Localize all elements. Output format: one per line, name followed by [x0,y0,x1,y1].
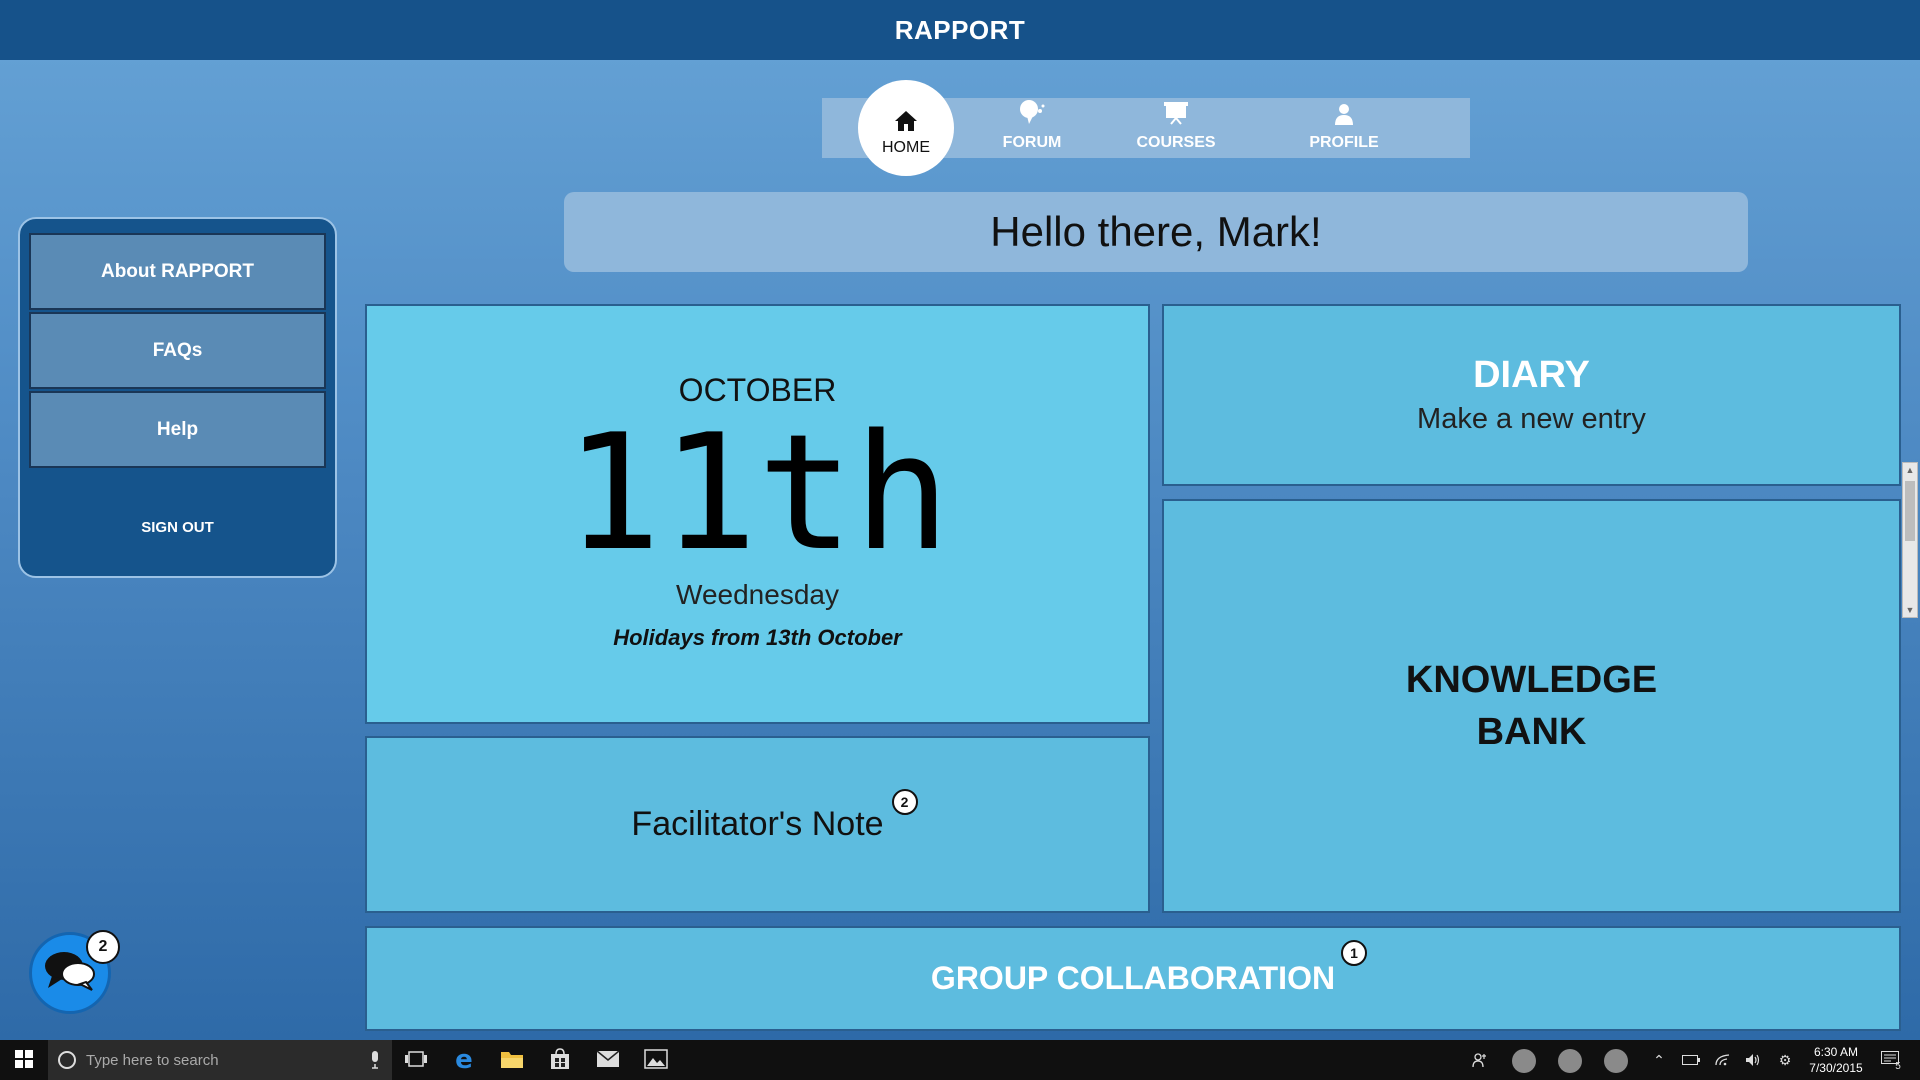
windows-icon [15,1049,33,1071]
taskbar: Type here to search e ⌃ ⚙ 6:30 AM 7/30/2… [0,1040,1920,1080]
sidebar-item-faqs[interactable]: FAQs [29,312,326,389]
mail-icon [596,1049,620,1071]
notification-count: 5 [1895,1060,1901,1072]
battery-icon[interactable] [1680,1040,1702,1080]
nav-courses-label: COURSES [1136,134,1216,151]
sidebar-item-help[interactable]: Help [29,391,326,468]
photos-icon [644,1048,668,1072]
app-title: RAPPORT [894,14,1026,45]
vertical-scrollbar[interactable]: ▲ ▼ [1902,462,1918,618]
nav-home[interactable]: HOME [858,80,954,176]
greeting-text: Hello there, Mark! [990,208,1322,255]
taskbar-search[interactable]: Type here to search [48,1040,392,1080]
edge-browser-button[interactable]: e [442,1040,486,1080]
nav-profile[interactable]: PROFILE [1284,98,1404,158]
diary-tile[interactable]: DIARY Make a new entry [1162,304,1901,486]
facilitator-note-tile[interactable]: Facilitator's Note 2 [365,736,1150,913]
sidebar-item-label: FAQs [152,339,203,361]
sidebar: About RAPPORT FAQs Help SIGN OUT [18,217,337,578]
date-tile[interactable]: OCTOBER 11th Weednesday Holidays from 13… [365,304,1150,724]
photos-button[interactable] [634,1040,678,1080]
gear-icon[interactable]: ⚙ [1774,1040,1796,1080]
group-collaboration-wrap: GROUP COLLABORATION 1 [930,940,1368,997]
chevron-up-icon[interactable]: ⌃ [1648,1040,1670,1080]
greeting-banner: Hello there, Mark! [564,192,1748,272]
group-collaboration-label: GROUP COLLABORATION [930,960,1336,996]
chat-notification-badge: 2 [86,930,120,964]
nav-courses[interactable]: COURSES [1116,98,1236,158]
presentation-board-icon [1163,101,1189,130]
start-button[interactable] [0,1040,48,1080]
task-view-button[interactable] [394,1040,438,1080]
edge-icon: e [455,1045,473,1075]
date-day: 11th [564,398,951,586]
mail-button[interactable] [586,1040,630,1080]
search-placeholder: Type here to search [86,1051,219,1069]
volume-icon[interactable] [1742,1040,1764,1080]
wifi-icon[interactable] [1712,1040,1734,1080]
microphone-icon[interactable] [370,1051,380,1072]
store-button[interactable] [538,1040,582,1080]
scroll-down-icon[interactable]: ▼ [1903,603,1917,617]
scrollbar-thumb[interactable] [1905,481,1915,541]
clock-time: 6:30 AM [1813,1045,1859,1059]
nav-profile-label: PROFILE [1309,134,1379,151]
tray-app-icon[interactable] [1558,1049,1582,1073]
nav-forum-label: FORUM [1002,134,1062,151]
taskbar-clock[interactable]: 6:30 AM 7/30/2015 [1800,1044,1872,1076]
knowledge-bank-title: KNOWLEDGE BANK [1405,659,1658,753]
person-icon [1334,103,1354,130]
sidebar-item-label: About RAPPORT [100,260,255,282]
folder-icon [500,1049,524,1072]
scroll-up-icon[interactable]: ▲ [1903,463,1917,477]
people-icon[interactable] [1468,1040,1492,1080]
date-weekday: Weednesday [676,578,839,610]
tray-app-icon[interactable] [1512,1049,1536,1073]
tray-app-icon[interactable] [1604,1049,1628,1073]
sidebar-item-label: Help [156,418,199,440]
cortana-icon [58,1051,76,1069]
facilitator-note-wrap: Facilitator's Note 2 [631,789,918,844]
action-center-button[interactable]: 5 [1876,1040,1906,1080]
forum-icon [1018,99,1046,130]
holiday-note: Holidays from 13th October [613,624,902,650]
sidebar-item-about[interactable]: About RAPPORT [29,233,326,310]
notification-badge: 2 [891,789,918,815]
store-bag-icon [549,1047,571,1073]
facilitator-note-label: Facilitator's Note [631,805,884,843]
sign-out-button[interactable]: SIGN OUT [20,519,335,536]
nav-forum[interactable]: FORUM [972,98,1092,158]
file-explorer-button[interactable] [490,1040,534,1080]
app-title-bar: RAPPORT [0,0,1920,60]
home-icon [894,110,918,137]
nav-home-label: HOME [882,138,930,156]
group-collaboration-tile[interactable]: GROUP COLLABORATION 1 [365,926,1901,1031]
knowledge-bank-tile[interactable]: KNOWLEDGE BANK [1162,499,1901,913]
clock-date: 7/30/2015 [1809,1061,1863,1075]
notification-badge: 1 [1341,940,1368,966]
task-view-icon [405,1050,427,1070]
diary-subtitle: Make a new entry [1417,403,1646,435]
diary-title: DIARY [1473,354,1590,396]
